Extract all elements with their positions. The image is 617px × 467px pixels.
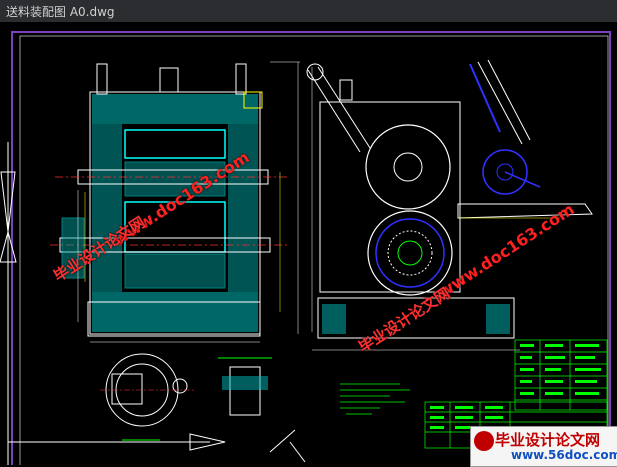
corner-arrow xyxy=(269,429,306,463)
window-title: 送料装配图 A0.dwg xyxy=(6,5,115,19)
site-badge: 毕业设计论文网 www.56doc.com xyxy=(470,426,617,467)
window-titlebar: 送料装配图 A0.dwg xyxy=(0,0,617,23)
badge-url: www.56doc.com xyxy=(511,448,617,462)
cad-drawing-canvas[interactable]: www.doc163.com 毕业设计论文网 www.doc163.com 毕业… xyxy=(0,22,617,465)
detail-views xyxy=(100,353,272,441)
badge-site-name: 毕业设计论文网 xyxy=(495,431,601,449)
technical-notes xyxy=(340,383,410,415)
seal-icon xyxy=(474,431,494,451)
side-view xyxy=(306,59,593,351)
title-block-text xyxy=(430,344,601,429)
